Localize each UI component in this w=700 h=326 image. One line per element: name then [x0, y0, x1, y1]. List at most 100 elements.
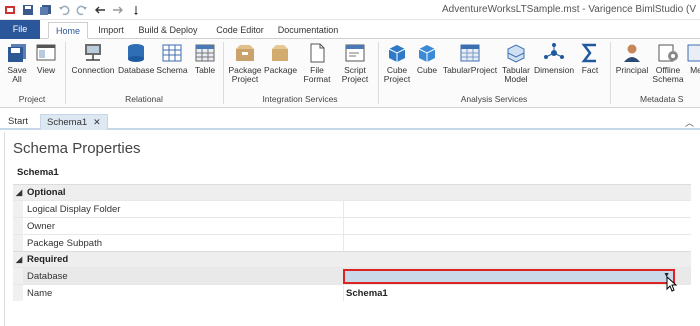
- file-format-label: File Format: [303, 65, 331, 84]
- mouse-pointer-icon: [666, 275, 678, 295]
- tab-documentation[interactable]: Documentation: [276, 22, 340, 39]
- collapse-triangle-icon[interactable]: ◢: [16, 185, 22, 201]
- database-label: Database: [118, 65, 155, 75]
- category-optional[interactable]: ◢ Optional: [13, 184, 691, 200]
- redo-icon[interactable]: [76, 4, 88, 16]
- window-title: AdventureWorksLTSample.mst - Varigence B…: [442, 4, 696, 15]
- property-row-package-subpath[interactable]: Package Subpath: [13, 234, 691, 251]
- package-button[interactable]: Package: [264, 42, 298, 75]
- offline-schema-button[interactable]: Offline Schema: [652, 42, 684, 84]
- principal-label: Principal: [615, 65, 649, 75]
- view-button[interactable]: View: [32, 42, 60, 75]
- table-icon: [195, 44, 215, 62]
- doc-tab-schema1[interactable]: Schema1 ✕: [40, 114, 108, 130]
- view-icon: [36, 44, 56, 61]
- tab-import[interactable]: Import: [94, 22, 128, 39]
- chevron-up-icon[interactable]: ︿: [685, 116, 694, 129]
- script-project-icon: [345, 44, 365, 62]
- principal-button[interactable]: Principal: [614, 42, 650, 75]
- property-value[interactable]: [343, 201, 691, 217]
- file-format-button[interactable]: File Format: [300, 42, 334, 84]
- customize-toolbar-icon[interactable]: [130, 4, 142, 16]
- tab-home[interactable]: Home: [48, 22, 88, 39]
- metadata-button[interactable]: Me: [686, 42, 700, 75]
- undo-icon[interactable]: [58, 4, 70, 16]
- ribbon: Save All View Project Connection Databas…: [0, 39, 700, 108]
- cube-label: Cube: [416, 65, 438, 75]
- group-label-metadata: Metadata S: [640, 94, 684, 104]
- package-label: Package: [264, 65, 298, 75]
- connection-icon: [85, 44, 101, 61]
- database-dropdown[interactable]: ▼: [343, 269, 675, 284]
- forward-arrow-icon[interactable]: [112, 4, 124, 16]
- property-value[interactable]: [343, 235, 691, 251]
- group-label-integration-services: Integration Services: [262, 94, 338, 104]
- close-icon[interactable]: ✕: [93, 117, 101, 127]
- save-all-icon[interactable]: [40, 4, 52, 16]
- app-icon: [5, 6, 15, 14]
- object-name: Schema1: [17, 167, 59, 178]
- schema-label: Schema: [156, 65, 188, 75]
- database-icon: [128, 44, 144, 62]
- save-all-label: Save All: [7, 65, 27, 84]
- property-label: Database: [27, 271, 68, 282]
- row-gutter: [13, 285, 23, 301]
- cube-button[interactable]: Cube: [414, 42, 440, 75]
- group-label-analysis-services: Analysis Services: [460, 94, 528, 104]
- cube-project-button[interactable]: Cube Project: [382, 42, 412, 84]
- group-label-relational: Relational: [125, 94, 163, 104]
- property-row-database[interactable]: Database ▼: [13, 267, 691, 284]
- metadata-icon: [687, 44, 700, 62]
- fact-button[interactable]: Fact: [576, 42, 604, 75]
- package-project-label: Package Project: [228, 65, 262, 84]
- doc-tab-schema1-label: Schema1: [47, 117, 88, 128]
- cube-project-icon: [388, 45, 406, 62]
- save-all-icon: [8, 44, 26, 62]
- dimension-button[interactable]: Dimension: [534, 42, 574, 75]
- tab-build-deploy[interactable]: Build & Deploy: [134, 22, 202, 39]
- tabular-project-button[interactable]: TabularProject: [442, 42, 498, 75]
- person-icon: [624, 44, 640, 62]
- schema-button[interactable]: Schema: [156, 42, 188, 75]
- doc-tab-start[interactable]: Start: [2, 114, 34, 130]
- property-value[interactable]: [343, 218, 691, 234]
- file-format-icon: [310, 43, 325, 63]
- save-all-button[interactable]: Save All: [4, 42, 30, 84]
- category-required[interactable]: ◢ Required: [13, 251, 691, 267]
- row-gutter: [13, 218, 23, 234]
- row-gutter: [13, 235, 23, 251]
- property-label: Owner: [27, 221, 55, 232]
- property-row-owner[interactable]: Owner: [13, 217, 691, 234]
- cube-project-label: Cube Project: [383, 65, 411, 84]
- property-label: Name: [27, 288, 53, 299]
- tabular-model-icon: [507, 44, 525, 63]
- table-label: Table: [194, 65, 216, 75]
- package-icon: [272, 45, 288, 61]
- property-row-name[interactable]: Name Schema1: [13, 284, 691, 301]
- tab-code-editor[interactable]: Code Editor: [210, 22, 270, 39]
- save-icon[interactable]: [22, 4, 34, 16]
- connection-label: Connection: [71, 65, 115, 75]
- collapse-triangle-icon[interactable]: ◢: [16, 252, 22, 268]
- row-gutter: [13, 268, 23, 284]
- tabular-model-button[interactable]: Tabular Model: [500, 42, 532, 84]
- dimension-label: Dimension: [534, 65, 575, 75]
- sigma-icon: [581, 43, 596, 63]
- group-label-project: Project: [18, 94, 46, 104]
- fact-label: Fact: [581, 65, 599, 75]
- connection-button[interactable]: Connection: [70, 42, 116, 75]
- tab-file[interactable]: File: [0, 20, 40, 39]
- package-project-icon: [236, 45, 254, 61]
- table-button[interactable]: Table: [190, 42, 220, 75]
- back-arrow-icon[interactable]: [94, 4, 106, 16]
- script-project-button[interactable]: Script Project: [338, 42, 372, 84]
- database-button[interactable]: Database: [118, 42, 154, 75]
- title-bar: AdventureWorksLTSample.mst - Varigence B…: [0, 0, 700, 20]
- property-row-logical-display-folder[interactable]: Logical Display Folder: [13, 200, 691, 217]
- property-value-name[interactable]: Schema1: [343, 285, 691, 301]
- package-project-button[interactable]: Package Project: [228, 42, 262, 84]
- document-tab-bar: Start Schema1 ✕ ︿: [0, 113, 700, 130]
- quick-access-toolbar: [4, 3, 142, 17]
- pointer-arrow-icon: [666, 275, 678, 292]
- view-label: View: [36, 65, 56, 75]
